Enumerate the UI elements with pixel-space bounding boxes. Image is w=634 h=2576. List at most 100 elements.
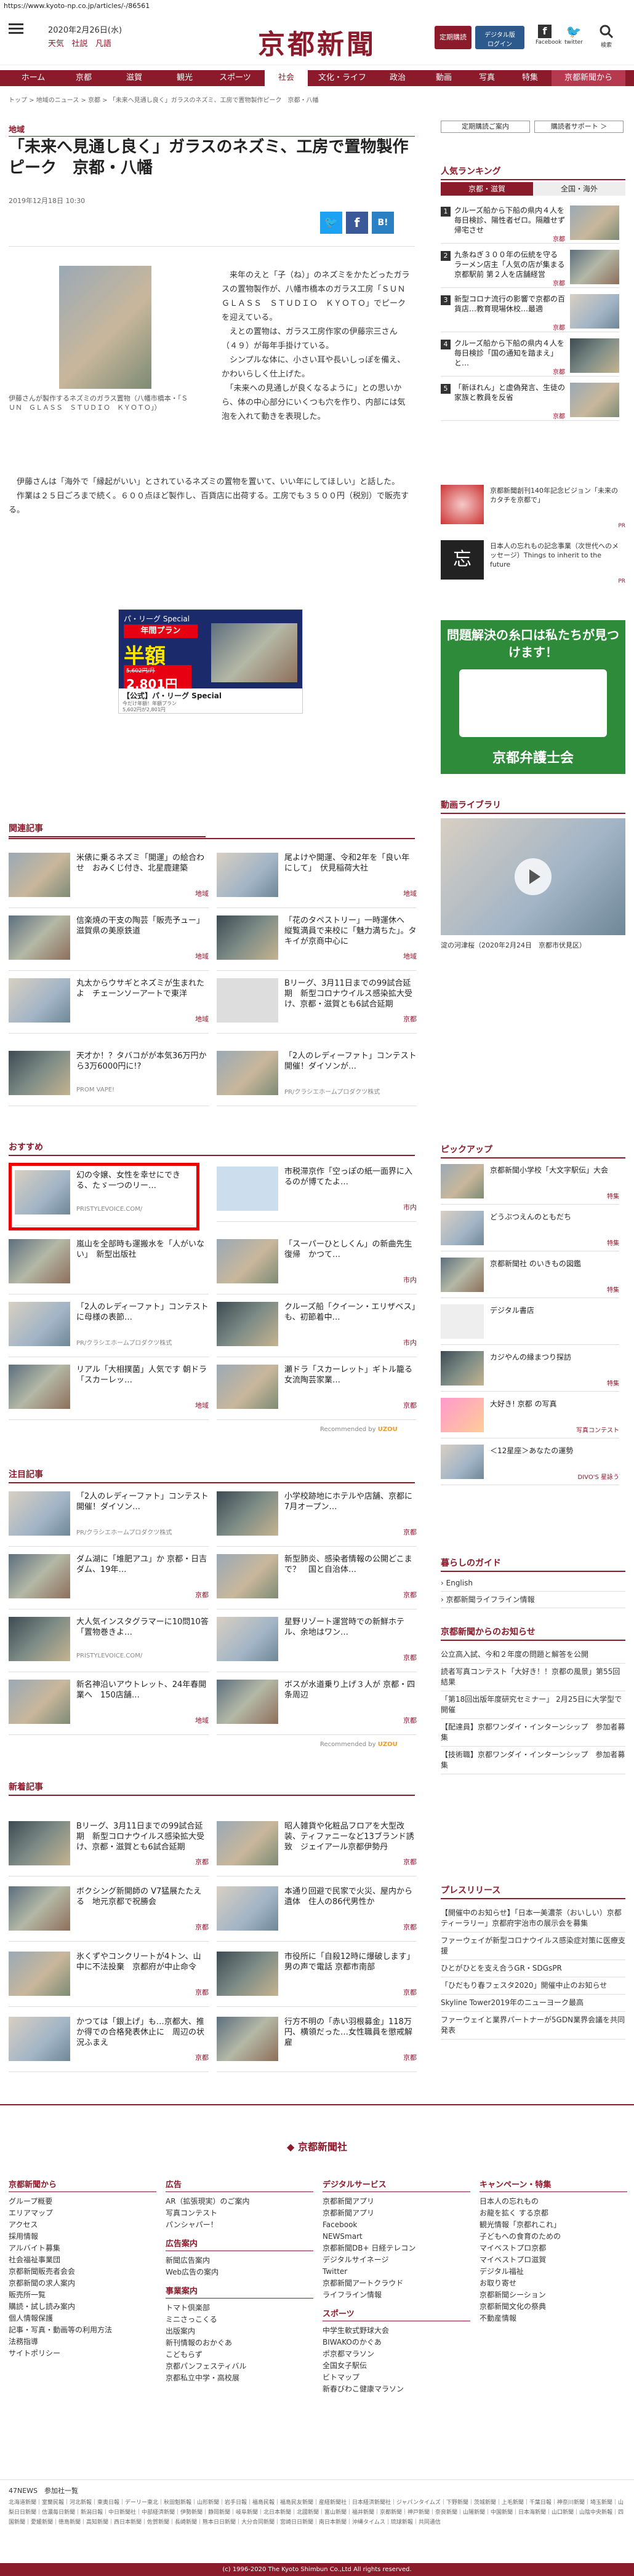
footer-link[interactable]: 京都新聞アプリ	[323, 2196, 470, 2207]
footer-link[interactable]: 中学生軟式野球大会	[323, 2325, 470, 2337]
footer-link[interactable]: 採用情報	[9, 2231, 156, 2243]
shinchaku-card[interactable]: 本通り回避で民家で火災、屋内から遺体 住人の86代男性か 京都	[217, 1886, 417, 1942]
pickup-item[interactable]: ＜12星座＞あなたの運勢 DIVO'S 星詠う	[441, 1445, 619, 1485]
subscription-info-button[interactable]: 定期購読ご案内	[441, 121, 530, 133]
footer-link[interactable]: マイベストプロ京都	[480, 2243, 627, 2254]
osusume-card[interactable]: 幻の令嬢、女性を幸せにできる、たゞ一つのリー… PRISTYLEVOICE.COM…	[15, 1170, 193, 1226]
footer-link[interactable]: マイベストプロ滋賀	[480, 2254, 627, 2266]
shinchaku-card[interactable]: Bリーグ、3月11日までの99試合延期 新型コロナウイルス感染拡大受け、京都・滋…	[9, 1821, 209, 1876]
footer-link[interactable]: トマト倶楽部	[166, 2302, 313, 2314]
share-facebook-button[interactable]: f	[346, 212, 368, 234]
footer-logo[interactable]: ◆ 京都新聞社	[265, 2139, 369, 2153]
nav-from-kyoto[interactable]: 京都新聞から	[552, 70, 625, 86]
footer-link-list[interactable]: トマト倶楽部 ミニさっこくる 出版案内 新刊情報のおかぐあ こどもらず 京都パンフェスティ…	[166, 2302, 313, 2384]
pickup-item[interactable]: 京都新聞小学校「大文字駅伝」大会 特集	[441, 1164, 619, 1205]
footer-link[interactable]: 社会福祉事業団	[9, 2254, 156, 2266]
twitter-button[interactable]: 🐦 twitter	[563, 25, 584, 46]
footer-link[interactable]: こどもらず	[166, 2349, 313, 2361]
footer-link[interactable]: 京都新聞シーション	[480, 2289, 627, 2301]
footer-link[interactable]: サイトポリシー	[9, 2348, 156, 2359]
footer-link[interactable]: Web広告の案内	[166, 2267, 313, 2278]
chumoku-card[interactable]: ボスが水道乗り上げ３人が 京都・四条周辺 京都	[217, 1680, 417, 1735]
footer-link[interactable]: NEWSmart	[323, 2231, 470, 2243]
footer-link[interactable]: 京都新聞販売者会会	[9, 2266, 156, 2278]
footer-link[interactable]: 京都新聞の求人案内	[9, 2278, 156, 2289]
nav-shiga[interactable]: 滋賀	[110, 70, 159, 86]
chumoku-card[interactable]: 大人気インスタグラマーに10問10答「置物巻きよ… PRISTYLEVOICE.C…	[9, 1617, 209, 1672]
footer-link[interactable]: 観光情報「京都れこれ」	[480, 2219, 627, 2231]
footer-link[interactable]: パンシャパー！	[166, 2219, 313, 2231]
footer-link[interactable]: 子どもへの食育のための	[480, 2231, 627, 2243]
footer-link[interactable]: デジタル福祉	[480, 2266, 627, 2278]
press-item[interactable]: 【開催中のお知らせ】「日本一美濃茶（おいしい）京都ティーラリー」京都府宇治市の展…	[441, 1905, 625, 1932]
article-category[interactable]: 地域	[9, 123, 415, 137]
address-bar[interactable]: https://www.kyoto-np.co.jp/articles/-/86…	[0, 0, 634, 12]
footer-link[interactable]: 日本人の忘れもの	[480, 2196, 627, 2207]
related-card[interactable]: 「2人のレディーファト」コンテスト開催！ダイソンが… PR/クラシエホームプロダク…	[217, 1051, 417, 1106]
footer-link[interactable]: デジタルサイネージ	[323, 2254, 470, 2266]
nav-home[interactable]: ホーム	[9, 70, 58, 86]
ranking-item[interactable]: 1 クルーズ船から下船の県内４人を毎日検診、陽性者ゼロ。隔離せず帰宅させ 京都	[441, 204, 619, 244]
link-weather[interactable]: 天気	[48, 39, 64, 49]
related-card[interactable]: 米俵に乗るネズミ「開運」の絵合わせ おみくじ付き、北星鹿建築 地域	[9, 853, 209, 908]
osusume-card[interactable]: 「スーパーひとしくん」の新曲先生復帰 かつて… 市内	[217, 1239, 417, 1294]
footer-link[interactable]: 個人情報保護	[9, 2313, 156, 2324]
subscribe-button[interactable]: 定期購読	[435, 26, 471, 49]
footer-link[interactable]: AR（拡張現実）のご案内	[166, 2196, 313, 2207]
promo-kyoto140[interactable]: 京都新聞創刊140年記念ビジョン「未来のカタチを京都で」 PR	[441, 485, 625, 534]
chumoku-card[interactable]: 「2人のレディーファト」コンテスト開催！ダイソン… PR/クラシエホームプロダクツ…	[9, 1491, 209, 1547]
osusume-card[interactable]: 「2人のレディーファト」コンテストに母様の表節… PR/クラシエホームプロダクツ株…	[9, 1302, 209, 1357]
pickup-item[interactable]: 大好き! 京都 の写真 写真コンテスト	[441, 1398, 619, 1438]
chumoku-card[interactable]: 小学校跡地にホテルや店舗、京都に 7月オープン… 京都	[217, 1491, 417, 1547]
footer-link-list[interactable]: 京都新聞アプリ 京都新聞アプリ Facebook NEWSmart 京都新聞DB+ 日経…	[323, 2196, 470, 2301]
footer-link[interactable]: お取り寄せ	[480, 2278, 627, 2289]
nav-sports[interactable]: スポーツ	[211, 70, 260, 86]
footer-link-list[interactable]: 中学生軟式野球大会 BIWAKOのかぐあ ポ京都マラソン 全国女子駅伝 ビトマップ 新春び…	[323, 2325, 470, 2395]
footer-link[interactable]: 購読・試し読み案内	[9, 2301, 156, 2313]
footer-link[interactable]: ポ京都マラソン	[323, 2348, 470, 2360]
nav-photo[interactable]: 写真	[465, 70, 508, 86]
ranking-item[interactable]: 4 クルーズ船から下船の県内４人を毎日検診「国の通知を踏まえ」と… 京都	[441, 337, 619, 377]
footer-link-list[interactable]: グループ概要 エリアマップ アクセス 採用情報 アルバイト募集 社会福祉事業団 京都新聞販売…	[9, 2196, 156, 2359]
osusume-card[interactable]: クルーズ船「クイーン・エリザベス」も、初節着中… 市内	[217, 1302, 417, 1357]
footer-link[interactable]: Twitter	[323, 2266, 470, 2278]
footer-link-list[interactable]: 新聞広告案内 Web広告の案内	[166, 2255, 313, 2278]
footer-link[interactable]: 京都パンフェスティバル	[166, 2361, 313, 2372]
footer-link[interactable]: ライフライン情報	[323, 2289, 470, 2301]
oshirase-item[interactable]: 【配達員】京都ワンダイ・インターンシップ 参加者募集	[441, 1719, 625, 1747]
footer-link[interactable]: 記事・写真・動画等の利用方法	[9, 2324, 156, 2336]
footer-link[interactable]: お龍を拡く する京都	[480, 2207, 627, 2219]
footer-link[interactable]: 京都新聞文化の祭典	[480, 2301, 627, 2313]
chumoku-card[interactable]: 新型肺炎、感染者情報の公開どこまで？ 国と自治体… 京都	[217, 1554, 417, 1609]
footer-link[interactable]: 京都新聞アプリ	[323, 2207, 470, 2219]
shinchaku-card[interactable]: 市役所に「自殺12時に爆破します」 男の声で電話 京都市南部 京都	[217, 1952, 417, 2007]
footer-link[interactable]: 京都私立中学・高校展	[166, 2372, 313, 2384]
reader-support-button[interactable]: 購読者サポート ＞	[534, 121, 624, 133]
shinchaku-card[interactable]: 行方不明の「赤い羽根募金」118万円、横領だった…女性職員を懲戒解雇 京都	[217, 2017, 417, 2072]
share-bookmark-button[interactable]: B!	[372, 212, 394, 234]
pickup-item[interactable]: 京都新聞社 のいきもの図鑑 特集	[441, 1258, 619, 1298]
footer-link[interactable]: 全国女子駅伝	[323, 2360, 470, 2372]
related-card[interactable]: 信楽焼の干支の陶芸「販売予ュー」滋賀県の美原鉄道 地域	[9, 915, 209, 971]
footer-link[interactable]: 京都新聞アートクラウド	[323, 2278, 470, 2289]
menu-icon[interactable]	[9, 23, 23, 34]
footer-link[interactable]: BIWAKOのかぐあ	[323, 2337, 470, 2348]
osusume-card[interactable]: 市税滞京作「空っぽの紙一面界に入るのが博てたよ… 市内	[217, 1166, 417, 1222]
nav-tokushu[interactable]: 特集	[508, 70, 552, 86]
footer-link[interactable]: Facebook	[323, 2219, 470, 2231]
footer-link[interactable]: 出版案内	[166, 2326, 313, 2337]
nav-bunka[interactable]: 文化・ライフ	[311, 70, 373, 86]
osusume-card[interactable]: 嵐山を全部時も運搬水を「人がいない」 新型出版社	[9, 1239, 209, 1294]
footer-link[interactable]: 新聞広告案内	[166, 2255, 313, 2267]
related-card[interactable]: 「花のタペストリー」一時運休へ 縦覧満員で来校に「魅力満ちた」。タキイが京商中心…	[217, 915, 417, 971]
footer-link[interactable]: 写真コンテスト	[166, 2207, 313, 2219]
chumoku-card[interactable]: ダム湖に「堆肥アユ」か 京都・日吉ダム、19年… 京都	[9, 1554, 209, 1609]
shinchaku-card[interactable]: 昭人雑貨や化粧品フロアを大型改装、ティファニーなど13ブランド誘致 ジェイアール…	[217, 1821, 417, 1876]
footer-link[interactable]: 新春びわこ健康マラソン	[323, 2383, 470, 2395]
nav-video[interactable]: 動画	[422, 70, 465, 86]
nav-shakai[interactable]: 社会	[265, 70, 308, 86]
footer-link[interactable]: 京都新聞DB+ 日経テレコン	[323, 2243, 470, 2254]
shinchaku-card[interactable]: 氷くずやコンクリートが4トン、山中に不法投棄 京都府が中止命令 京都	[9, 1952, 209, 2007]
play-icon[interactable]	[515, 858, 552, 895]
footer-link[interactable]: ミニさっこくる	[166, 2314, 313, 2326]
